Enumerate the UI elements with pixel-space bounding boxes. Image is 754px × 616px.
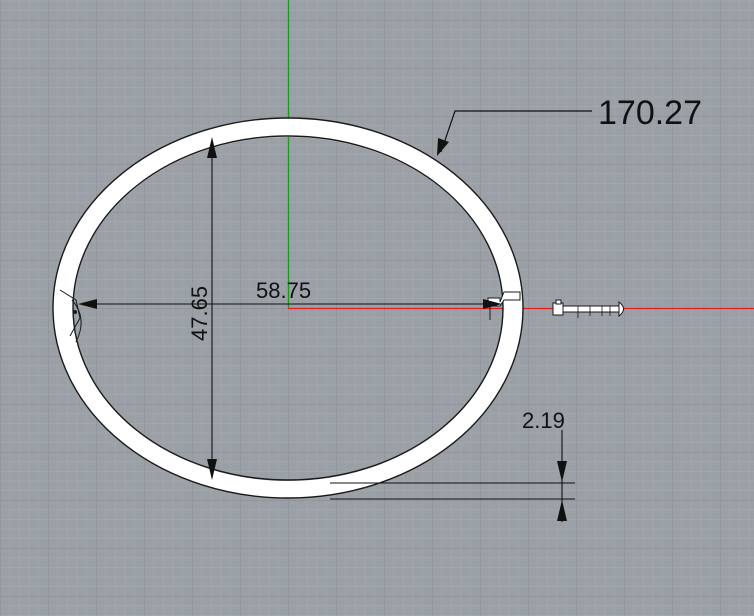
perimeter-label: 170.27 bbox=[598, 94, 702, 132]
drawing-canvas[interactable]: 170.27 58.75 47.65 2.19 bbox=[0, 0, 754, 616]
cad-viewport[interactable]: 170.27 58.75 47.65 2.19 bbox=[0, 0, 754, 616]
height-label: 47.65 bbox=[187, 286, 212, 341]
width-label: 58.75 bbox=[256, 278, 311, 303]
thickness-label: 2.19 bbox=[522, 408, 565, 433]
